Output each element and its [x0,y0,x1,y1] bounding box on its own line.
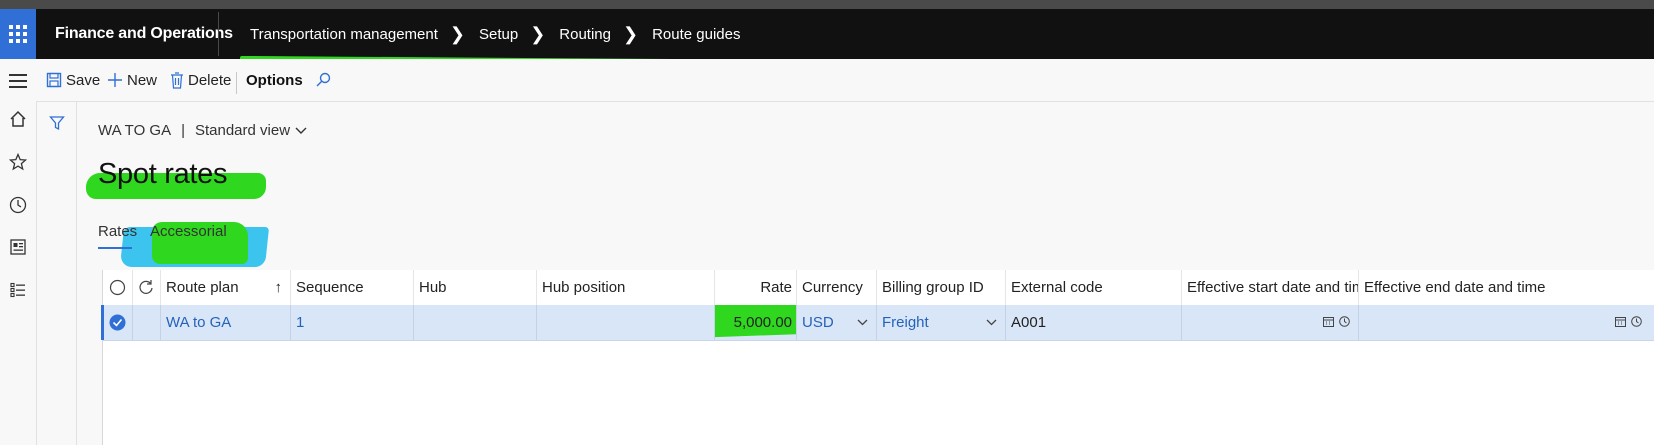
tab-rates-underline [98,247,132,249]
save-label: Save [66,71,101,89]
save-icon [46,72,62,88]
hamburger-menu-icon[interactable] [8,71,28,91]
row-checkbox[interactable] [103,305,133,340]
cell-effective-end[interactable] [1359,305,1654,340]
calendar-icon[interactable] [1323,316,1334,327]
delete-button[interactable]: Delete [170,59,231,101]
col-external-code[interactable]: External code [1006,270,1182,305]
chevron-right-icon: ❯ [622,23,639,44]
window-top-strip [0,0,1654,9]
workspace-icon[interactable] [8,237,28,257]
app-name[interactable]: Finance and Operations [55,9,233,59]
chevron-down-icon[interactable] [857,319,868,326]
col-hub-position[interactable]: Hub position [537,270,715,305]
app-launcher-button[interactable] [0,9,36,59]
waffle-icon [9,25,27,43]
col-sequence[interactable]: Sequence [291,270,414,305]
clock-icon[interactable] [1631,316,1642,327]
record-separator: | [181,122,185,139]
refresh-button[interactable] [133,270,161,305]
search-button[interactable] [315,59,335,101]
breadcrumb-item-routing[interactable]: Routing [559,26,611,43]
cell-currency[interactable]: USD [797,305,877,340]
clock-icon[interactable] [8,195,28,215]
new-button[interactable]: New [107,59,157,101]
grid-header: Route plan ↑ Sequence Hub Hub position R… [103,270,1654,306]
tab-accessorial[interactable]: Accessorial [150,223,227,240]
options-tab[interactable]: Options [246,59,303,101]
search-icon [316,72,331,87]
left-nav-rail [0,59,37,445]
chevron-down-icon[interactable] [986,319,997,326]
checkmark-circle-icon [109,314,126,331]
table-row[interactable]: WA to GA 1 5,000.00 USD Freight A001 [101,305,1654,341]
cell-route-plan[interactable]: WA to GA [161,305,291,340]
cell-effective-start[interactable] [1182,305,1359,340]
view-selector[interactable]: Standard view [195,122,290,139]
plus-icon [108,73,122,87]
new-label: New [127,71,158,89]
col-billing-group[interactable]: Billing group ID [877,270,1006,305]
col-effective-end[interactable]: Effective end date and time [1359,270,1654,305]
delete-label: Delete [188,71,232,89]
page-title: Spot rates [98,158,228,190]
cell-billing-group[interactable]: Freight [877,305,1006,340]
cell-external-code[interactable]: A001 [1006,305,1182,340]
star-icon[interactable] [8,152,28,172]
billing-group-value: Freight [882,314,929,331]
list-modules-icon[interactable] [8,280,28,300]
chevron-right-icon: ❯ [530,23,546,44]
cell-hub-position[interactable] [537,305,715,340]
record-context: WA TO GA | Standard view [98,122,307,139]
col-rate[interactable]: Rate [715,270,797,305]
col-route-plan[interactable]: Route plan ↑ [161,270,291,305]
breadcrumb-item-transportation[interactable]: Transportation management [250,26,438,43]
nav-separator [218,12,219,56]
col-hub[interactable]: Hub [414,270,537,305]
tab-rates[interactable]: Rates [98,223,137,240]
circle-checkbox-icon [109,279,126,296]
chevron-down-icon[interactable] [295,127,307,135]
calendar-icon[interactable] [1615,316,1626,327]
rate-value: 5,000.00 [733,314,792,331]
nav-bar [0,9,1654,59]
breadcrumb: Transportation management ❯ Setup ❯ Rout… [250,9,740,59]
sort-ascending-icon: ↑ [274,279,283,296]
record-name: WA TO GA [98,122,172,139]
save-button[interactable]: Save [46,59,100,101]
cell-rate[interactable]: 5,000.00 [715,305,797,340]
clock-icon[interactable] [1339,316,1350,327]
breadcrumb-item-setup[interactable]: Setup [479,26,518,43]
col-route-plan-label: Route plan [166,279,239,296]
trash-icon [171,71,183,89]
refresh-icon [139,280,153,294]
spot-rates-grid: Route plan ↑ Sequence Hub Hub position R… [101,270,1654,445]
row-spacer [133,305,161,340]
breadcrumb-item-route-guides[interactable]: Route guides [652,26,740,43]
col-currency[interactable]: Currency [797,270,877,305]
cell-hub[interactable] [414,305,537,340]
home-icon[interactable] [8,109,28,129]
col-effective-start[interactable]: Effective start date and time [1182,270,1359,305]
currency-value: USD [802,314,834,331]
cell-sequence[interactable]: 1 [291,305,414,340]
toolbar-separator [236,72,237,94]
select-all-checkbox[interactable] [103,270,133,305]
filter-icon[interactable] [49,115,65,136]
chevron-right-icon: ❯ [449,23,465,44]
filter-pane [37,101,77,445]
